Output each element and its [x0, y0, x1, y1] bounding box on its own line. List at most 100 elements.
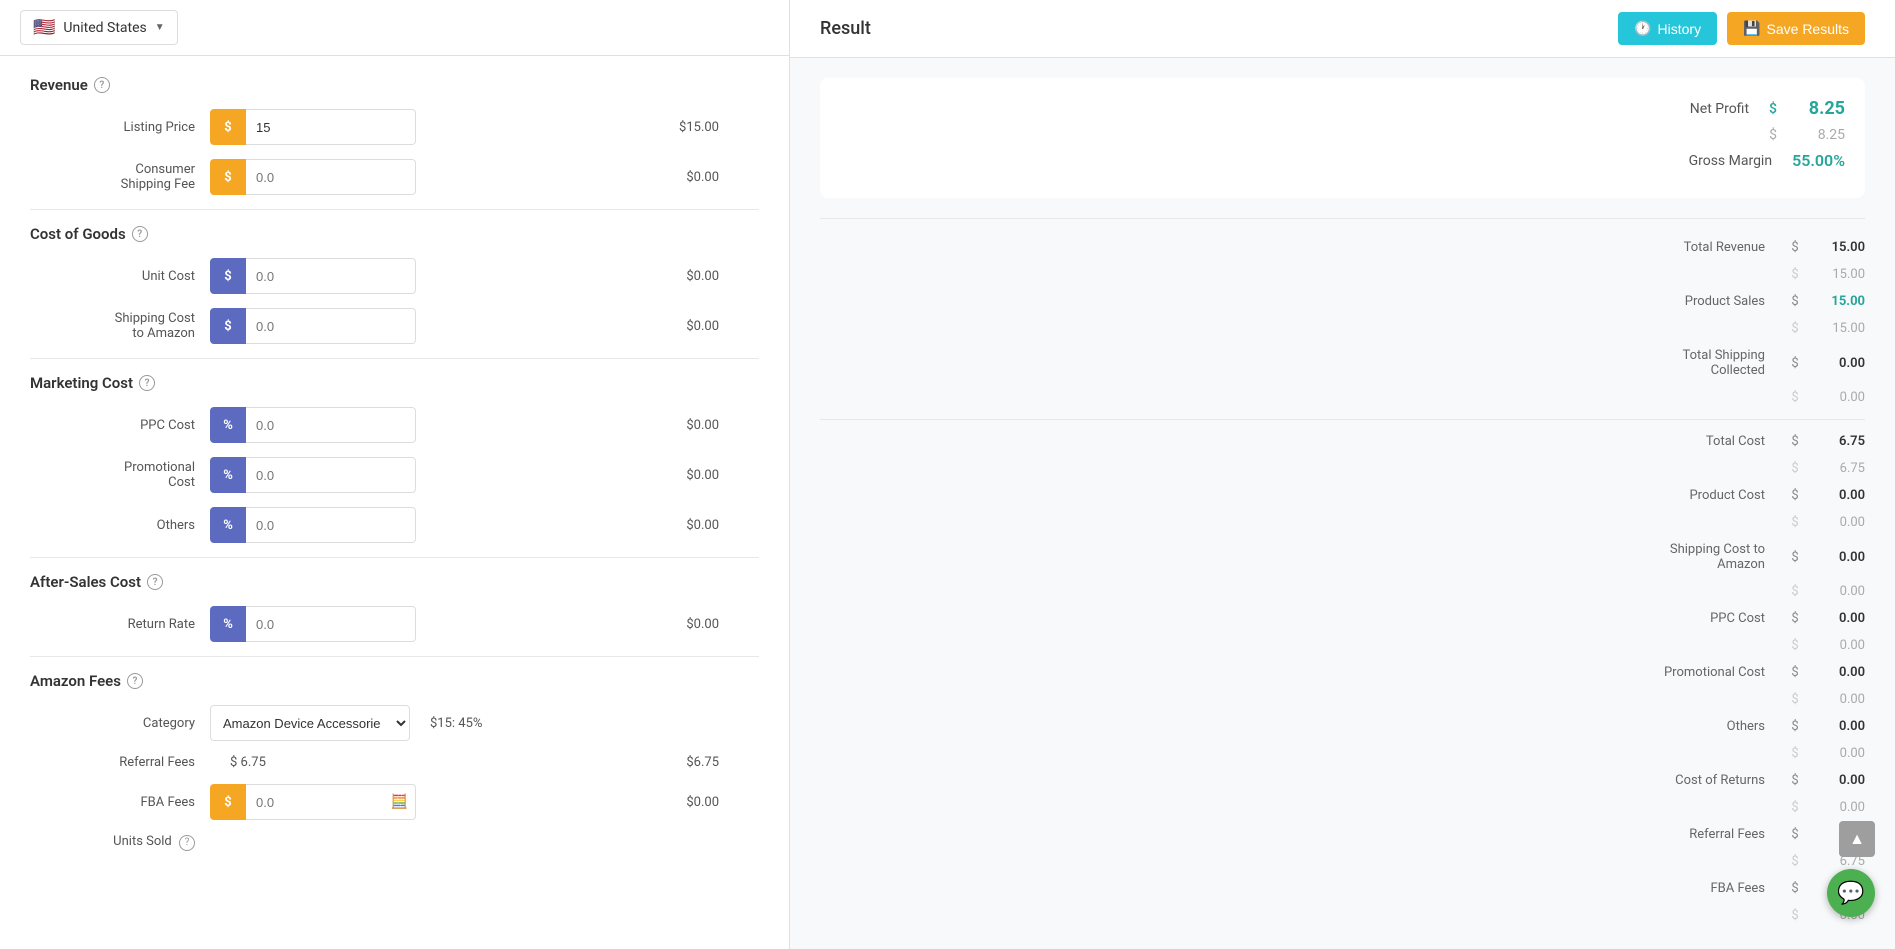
arrow-up-icon: ▲: [1849, 829, 1865, 849]
country-flag-icon: 🇺🇸: [33, 17, 55, 38]
total-revenue-label: Total Revenue: [820, 240, 1785, 255]
result-table: Total Revenue $ 15.00 $ 15.00 Product Sa…: [820, 234, 1865, 929]
right-header: Result 🕐 History 💾 Save Results: [790, 0, 1895, 58]
shipping-cost-amazon-row: Shipping Cost to Amazon $ $0.00: [30, 308, 759, 344]
scroll-top-button[interactable]: ▲: [1839, 821, 1875, 857]
others-prefix: %: [210, 507, 246, 543]
country-selector[interactable]: 🇺🇸 United States ▼: [20, 10, 178, 45]
shipping-cost-amazon-display: $0.00: [639, 319, 759, 334]
amazon-fees-section-title: Amazon Fees ?: [30, 672, 759, 690]
country-name: United States: [63, 20, 146, 36]
chat-icon: 💬: [1837, 881, 1864, 906]
return-rate-display: $0.00: [639, 617, 759, 632]
promotional-cost-row: Promotional Cost % $0.00: [30, 457, 759, 493]
return-rate-row: Return Rate % $0.00: [30, 606, 759, 642]
ppc-cost-row: PPC Cost % $0.00: [30, 407, 759, 443]
ppc-cost-input[interactable]: [246, 407, 416, 443]
shipping-cost-amazon-input-group: $: [210, 308, 416, 344]
revenue-help-icon[interactable]: ?: [94, 77, 110, 93]
consumer-shipping-row: Consumer Shipping Fee $ $0.00: [30, 159, 759, 195]
others-result-value: 0.00: [1805, 719, 1865, 734]
shipping-cost-amazon-result-value: 0.00: [1805, 550, 1865, 565]
ppc-cost-display: $0.00: [639, 418, 759, 433]
cost-of-returns-label: Cost of Returns: [820, 773, 1785, 788]
referral-fees-result-row: Referral Fees $ 6.75: [820, 821, 1865, 848]
listing-price-label: Listing Price: [30, 120, 210, 135]
product-cost-label: Product Cost: [820, 488, 1785, 503]
gross-margin-label: Gross Margin: [840, 153, 1792, 169]
promotional-cost-label: Promotional Cost: [30, 460, 210, 490]
total-shipping-row: Total Shipping Collected $ 0.00: [820, 342, 1865, 384]
ppc-cost-result-label: PPC Cost: [820, 611, 1785, 626]
total-cost-value: 6.75: [1805, 434, 1865, 449]
shipping-cost-amazon-result-label: Shipping Cost to Amazon: [820, 542, 1785, 572]
return-rate-input[interactable]: [246, 606, 416, 642]
referral-fees-label: Referral Fees: [30, 755, 210, 770]
consumer-shipping-input[interactable]: [246, 159, 416, 195]
shipping-cost-amazon-result-row: Shipping Cost to Amazon $ 0.00: [820, 536, 1865, 578]
net-profit-section: Net Profit $ 8.25 $ 8.25 Gross Margin 55…: [820, 78, 1865, 198]
total-revenue-value: 15.00: [1805, 240, 1865, 255]
ppc-cost-result-row: PPC Cost $ 0.00: [820, 605, 1865, 632]
net-profit-dollar: $: [1769, 101, 1777, 117]
product-sales-secondary: 15.00: [1805, 321, 1865, 336]
after-sales-help-icon[interactable]: ?: [147, 574, 163, 590]
total-cost-label: Total Cost: [820, 434, 1785, 449]
ppc-cost-input-group: %: [210, 407, 416, 443]
cost-of-goods-help-icon[interactable]: ?: [132, 226, 148, 242]
units-sold-help-icon[interactable]: ?: [179, 835, 195, 851]
product-sales-value: 15.00: [1805, 294, 1865, 309]
unit-cost-prefix: $: [210, 258, 246, 294]
total-shipping-secondary: 0.00: [1805, 390, 1865, 405]
total-revenue-secondary-row: $ 15.00: [820, 261, 1865, 288]
listing-price-prefix: $: [210, 109, 246, 145]
calculator-icon[interactable]: 🧮: [391, 794, 408, 810]
fba-fees-label: FBA Fees: [30, 795, 210, 810]
consumer-shipping-display: $0.00: [639, 170, 759, 185]
history-button[interactable]: 🕐 History: [1618, 12, 1717, 45]
total-shipping-value: 0.00: [1805, 356, 1865, 371]
consumer-shipping-input-group: $: [210, 159, 416, 195]
category-row: Category Amazon Device Accessorie $15: 4…: [30, 705, 759, 741]
total-cost-secondary: 6.75: [1805, 461, 1865, 476]
total-revenue-secondary: 15.00: [1805, 267, 1865, 282]
referral-fees-result-label: Referral Fees: [820, 827, 1785, 842]
category-label: Category: [30, 716, 210, 731]
return-rate-label: Return Rate: [30, 617, 210, 632]
fba-fees-display: $0.00: [639, 795, 759, 810]
save-results-button[interactable]: 💾 Save Results: [1727, 12, 1865, 45]
others-result-label: Others: [820, 719, 1785, 734]
amazon-fees-help-icon[interactable]: ?: [127, 673, 143, 689]
net-profit-label: Net Profit: [840, 101, 1769, 117]
promotional-cost-result-row: Promotional Cost $ 0.00: [820, 659, 1865, 686]
others-display: $0.00: [639, 518, 759, 533]
return-rate-input-group: %: [210, 606, 416, 642]
consumer-shipping-label: Consumer Shipping Fee: [30, 162, 210, 192]
promotional-cost-display: $0.00: [639, 468, 759, 483]
promotional-cost-input-group: %: [210, 457, 416, 493]
unit-cost-input[interactable]: [246, 258, 416, 294]
marketing-cost-help-icon[interactable]: ?: [139, 375, 155, 391]
promotional-cost-result-label: Promotional Cost: [820, 665, 1785, 680]
net-profit-secondary: 8.25: [1785, 127, 1845, 143]
shipping-cost-amazon-input[interactable]: [246, 308, 416, 344]
category-select[interactable]: Amazon Device Accessorie: [210, 705, 410, 741]
unit-cost-row: Unit Cost $ $0.00: [30, 258, 759, 294]
promotional-cost-prefix: %: [210, 457, 246, 493]
others-input[interactable]: [246, 507, 416, 543]
marketing-cost-section-title: Marketing Cost ?: [30, 374, 759, 392]
listing-price-input[interactable]: [246, 109, 416, 145]
listing-price-row: Listing Price $ $15.00: [30, 109, 759, 145]
unit-cost-label: Unit Cost: [30, 269, 210, 284]
fba-fees-result-row: FBA Fees $ 0.00: [820, 875, 1865, 902]
referral-fees-display: $6.75: [639, 755, 759, 770]
referral-fees-row: Referral Fees $ 6.75 $6.75: [30, 755, 759, 770]
promotional-cost-input[interactable]: [246, 457, 416, 493]
shipping-cost-amazon-prefix: $: [210, 308, 246, 344]
net-profit-dollar-secondary: $: [1769, 127, 1777, 143]
chat-button[interactable]: 💬: [1827, 869, 1875, 917]
consumer-shipping-prefix: $: [210, 159, 246, 195]
unit-cost-display: $0.00: [639, 269, 759, 284]
total-revenue-row: Total Revenue $ 15.00: [820, 234, 1865, 261]
product-cost-row: Product Cost $ 0.00: [820, 482, 1865, 509]
